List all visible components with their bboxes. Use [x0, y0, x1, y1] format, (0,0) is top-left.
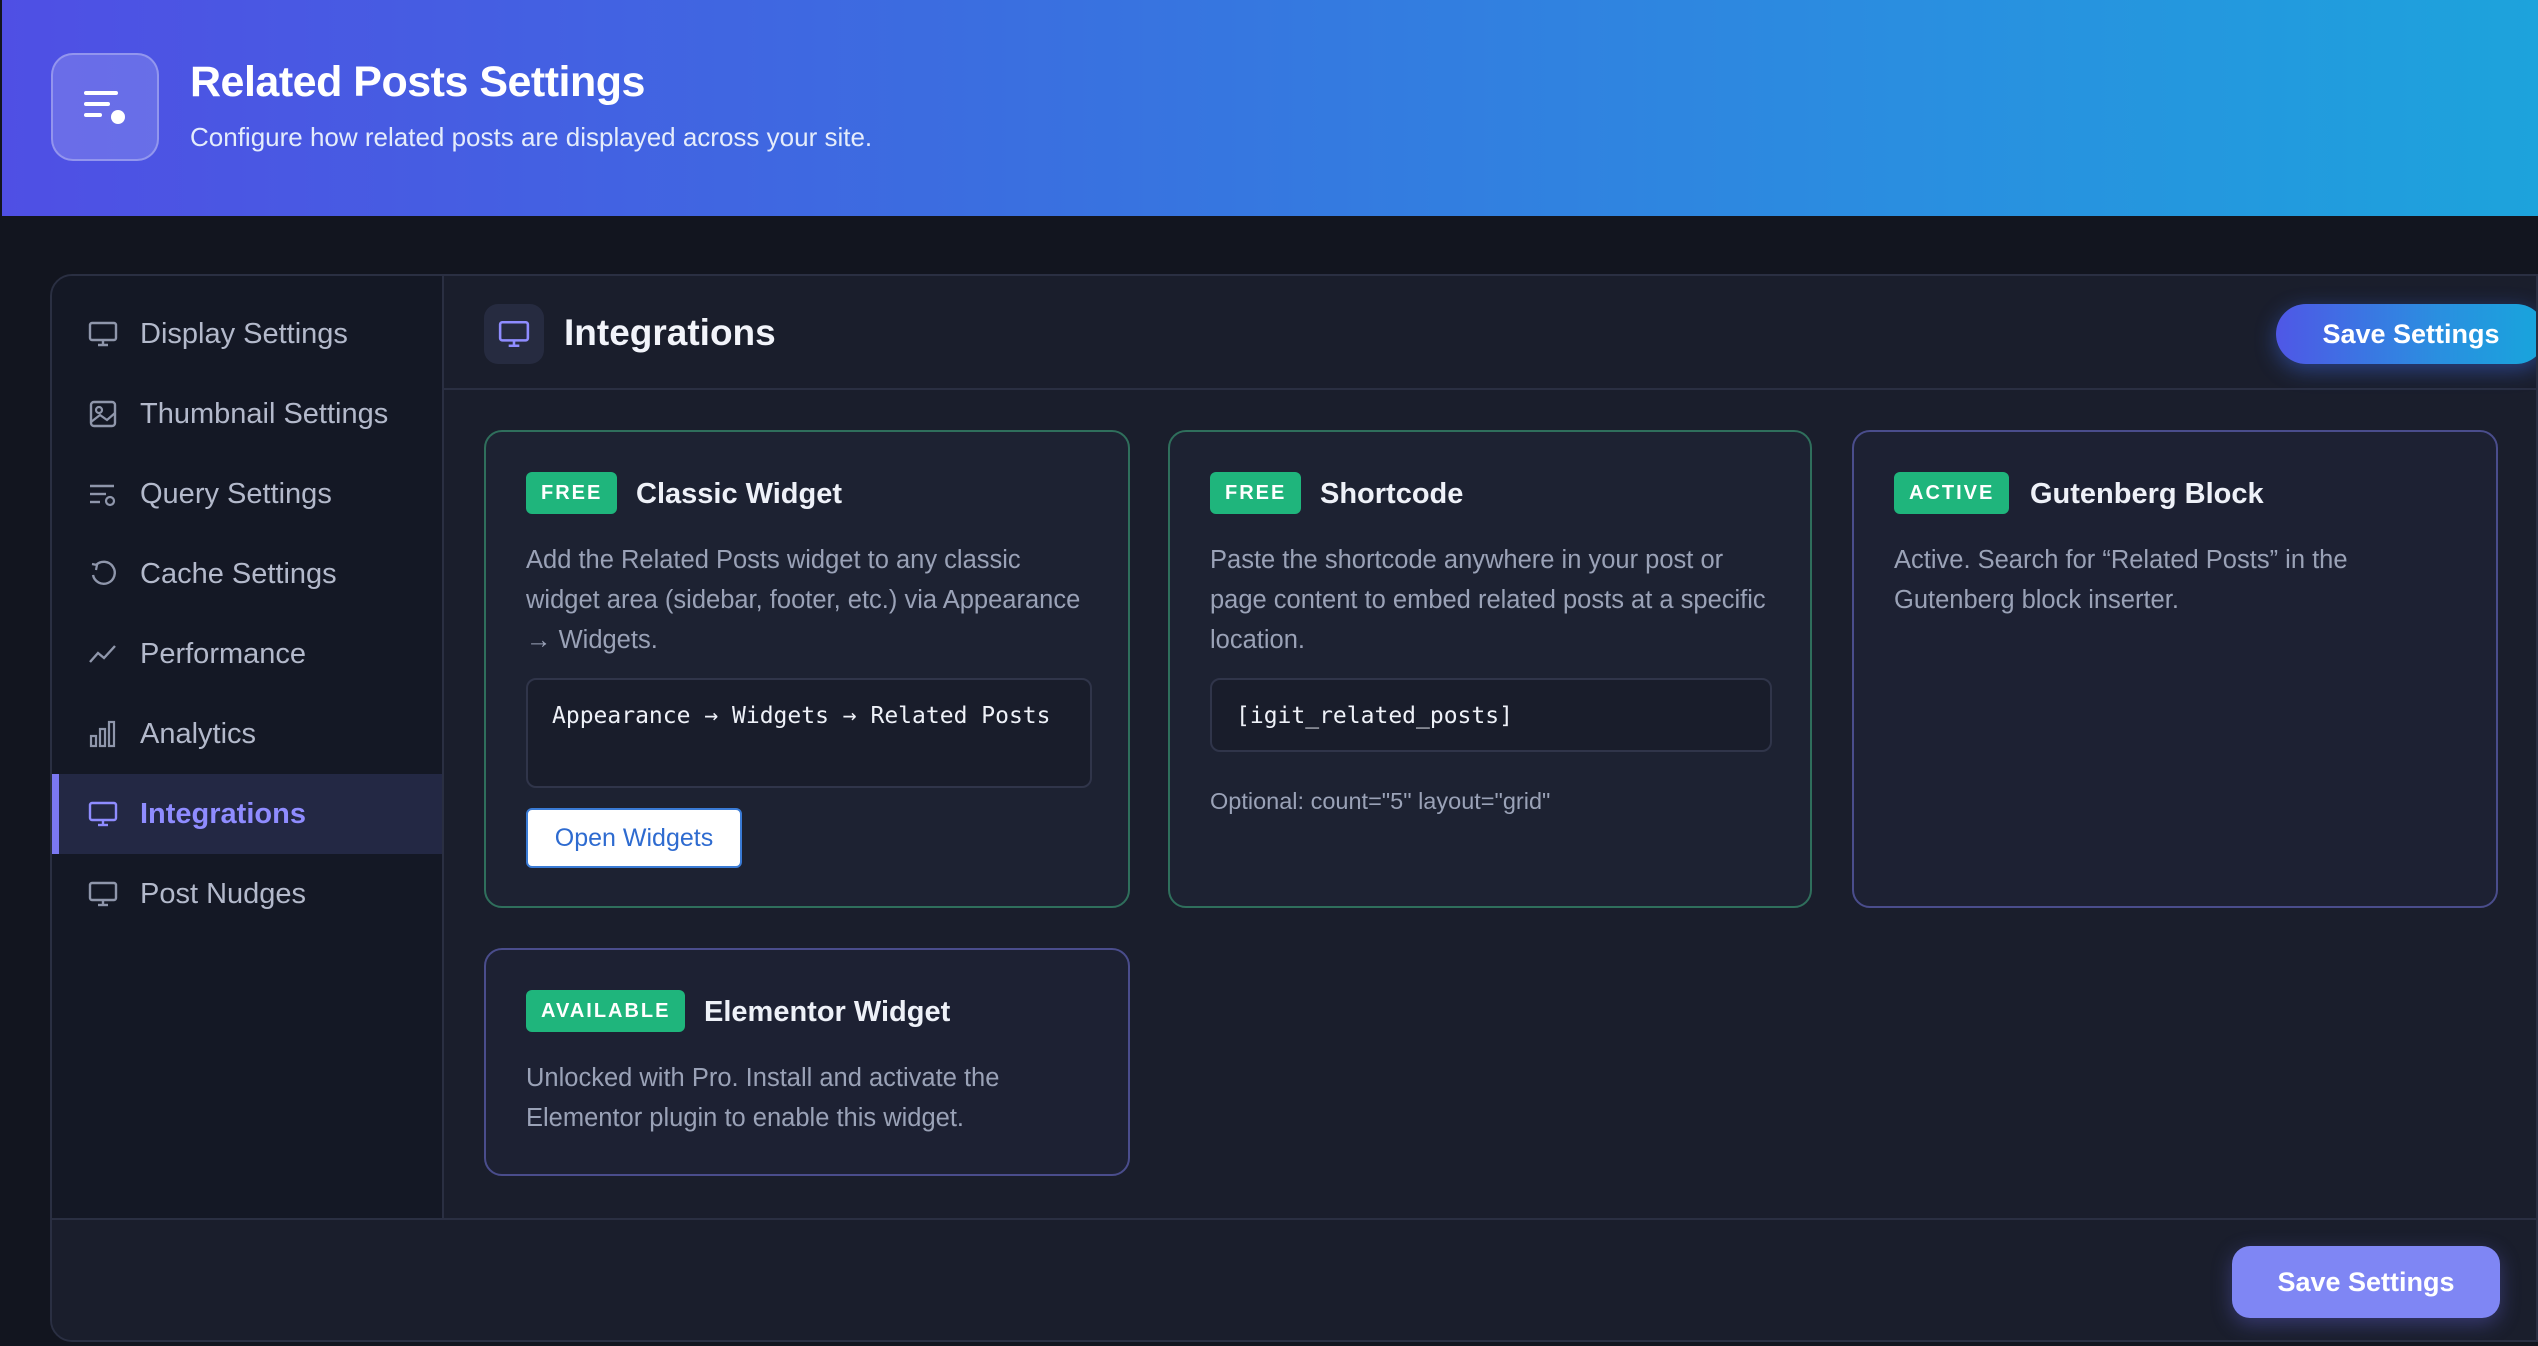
- page-header: Related Posts Settings Configure how rel…: [2, 0, 2538, 216]
- shortcode-snippet[interactable]: [igit_related_posts]: [1210, 678, 1772, 752]
- sidebar-item-query-settings[interactable]: Query Settings: [52, 454, 442, 534]
- open-widgets-button[interactable]: Open Widgets: [526, 808, 742, 868]
- page-subtitle: Configure how related posts are displaye…: [190, 122, 873, 152]
- monitor-icon: [484, 304, 544, 364]
- integration-card-elementor-widget: AVAILABLE Elementor Widget Unlocked with…: [484, 948, 1130, 1176]
- status-badge: ACTIVE: [1894, 472, 2010, 514]
- list-settings-icon: [51, 53, 159, 161]
- sidebar-item-label: Integrations: [140, 797, 306, 830]
- save-settings-button-bottom[interactable]: Save Settings: [2232, 1246, 2500, 1318]
- card-title: Classic Widget: [636, 478, 843, 510]
- settings-panel: Display Settings Thumbnail Settings Quer…: [50, 274, 2538, 1342]
- card-title: Elementor Widget: [704, 996, 951, 1028]
- monitor-icon: [86, 797, 120, 831]
- card-description: Active. Search for “Related Posts” in th…: [1894, 546, 2348, 614]
- sidebar-item-display-settings[interactable]: Display Settings: [52, 294, 442, 374]
- code-snippet[interactable]: Appearance → Widgets → Related Posts: [526, 678, 1092, 788]
- status-badge: FREE: [526, 472, 618, 514]
- status-badge: AVAILABLE: [526, 990, 686, 1032]
- card-description: Unlocked with Pro. Install and activate …: [526, 1064, 1000, 1132]
- query-filter-icon: [86, 477, 120, 511]
- integration-card-gutenberg-block: ACTIVE Gutenberg Block Active. Search fo…: [1852, 430, 2498, 908]
- shortcode-options-note: Optional: count="5" layout="grid": [1210, 788, 1551, 814]
- sidebar-item-label: Query Settings: [140, 477, 332, 510]
- bar-chart-icon: [86, 717, 120, 751]
- sidebar-item-label: Cache Settings: [140, 557, 337, 590]
- status-badge: FREE: [1210, 472, 1302, 514]
- monitor-icon: [86, 317, 120, 351]
- trend-line-icon: [86, 637, 120, 671]
- card-title: Gutenberg Block: [2030, 478, 2264, 510]
- card-description: Paste the shortcode anywhere in your pos…: [1210, 546, 1766, 654]
- image-icon: [86, 397, 120, 431]
- sidebar-item-analytics[interactable]: Analytics: [52, 694, 442, 774]
- monitor-icon: [86, 877, 120, 911]
- integration-card-classic-widget: FREE Classic Widget Add the Related Post…: [484, 430, 1130, 908]
- section-title: Integrations: [564, 312, 776, 353]
- refresh-icon: [86, 557, 120, 591]
- sidebar-item-label: Display Settings: [140, 317, 348, 350]
- sidebar-item-performance[interactable]: Performance: [52, 614, 442, 694]
- integration-card-shortcode: FREE Shortcode Paste the shortcode anywh…: [1168, 430, 1812, 908]
- sidebar-item-label: Thumbnail Settings: [140, 397, 389, 430]
- footer-bar: Save Settings: [52, 1218, 2536, 1340]
- sidebar-item-label: Analytics: [140, 717, 257, 750]
- main-content: Integrations Save Settings FREE Classic …: [444, 276, 2536, 1218]
- sidebar-item-integrations[interactable]: Integrations: [52, 774, 442, 854]
- sidebar: Display Settings Thumbnail Settings Quer…: [52, 276, 444, 1218]
- sidebar-item-cache-settings[interactable]: Cache Settings: [52, 534, 442, 614]
- sidebar-item-label: Post Nudges: [140, 877, 307, 910]
- sidebar-item-label: Performance: [140, 637, 307, 670]
- save-settings-button-top[interactable]: Save Settings: [2276, 304, 2536, 364]
- page-title: Related Posts Settings: [190, 58, 645, 106]
- card-description: Add the Related Posts widget to any clas…: [526, 546, 1081, 654]
- sidebar-item-post-nudges[interactable]: Post Nudges: [52, 854, 442, 934]
- card-title: Shortcode: [1320, 478, 1464, 510]
- section-header: Integrations Save Settings: [444, 276, 2536, 390]
- sidebar-item-thumbnail-settings[interactable]: Thumbnail Settings: [52, 374, 442, 454]
